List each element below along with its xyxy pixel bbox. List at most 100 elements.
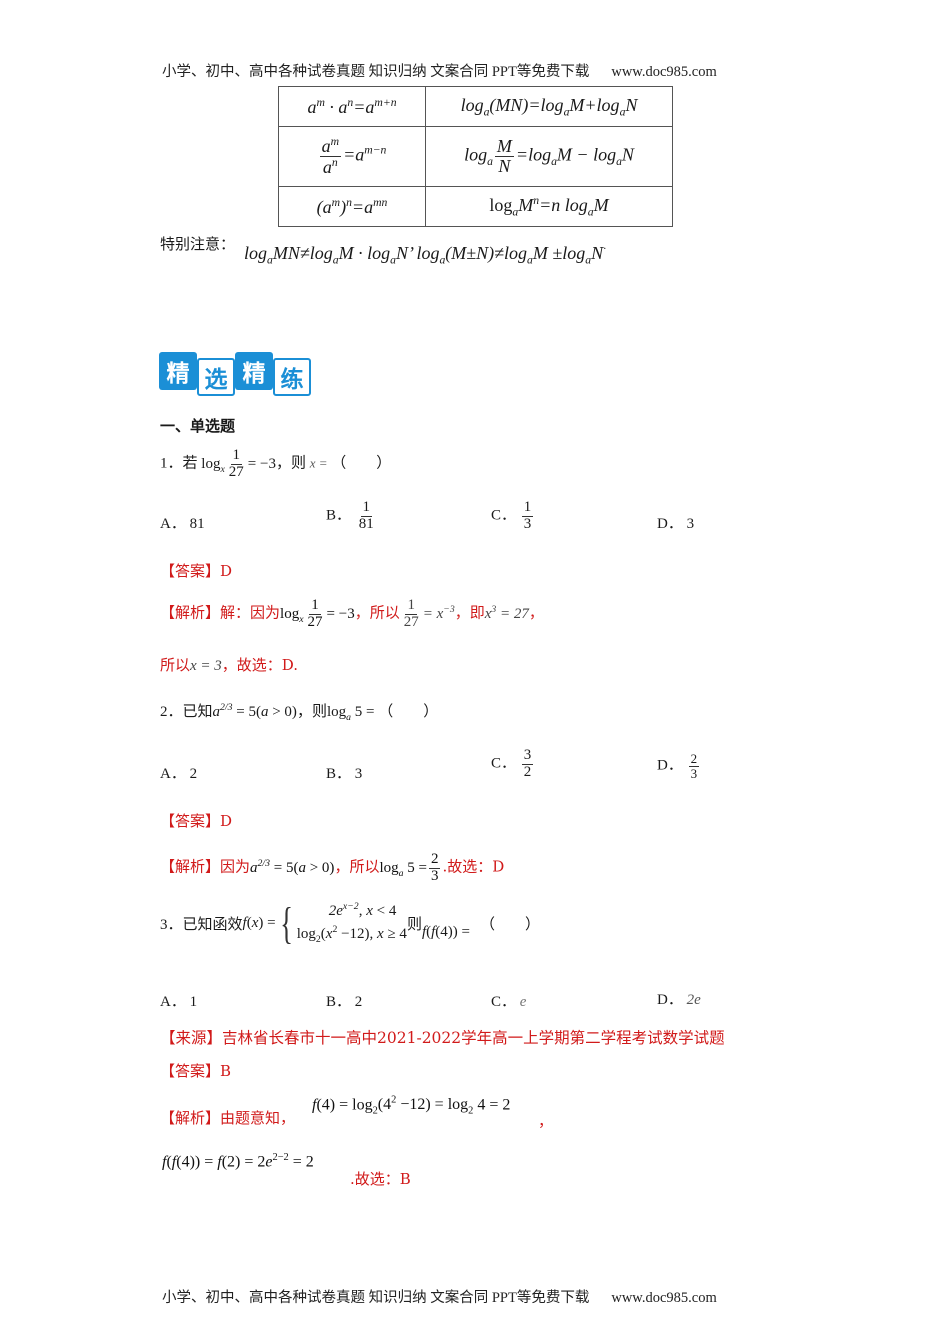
option-value: 1 <box>189 994 198 1010</box>
option-value: 32 <box>521 747 534 780</box>
analysis-formula: a2/3 = 5(a > 0) <box>250 857 335 876</box>
q1-analysis-line2: 所以x = 3，故选：D. <box>160 654 298 675</box>
banner-char: 选 <box>197 358 235 396</box>
q2-equation: a2/3 = 5(a > 0) <box>212 702 297 720</box>
q1-target: x = <box>309 455 328 471</box>
option-d[interactable]: D． 23 <box>657 752 701 780</box>
question-2-stem: 2．已知a2/3 = 5(a > 0)，则loga 5 = （ ） <box>160 700 438 723</box>
analysis-formula: 1 27 = x−3 <box>403 597 455 630</box>
header-text: 小学、初中、高中各种试卷真题 知识归纳 文案合同 PPT等免费下载 <box>162 64 590 80</box>
option-label: D． <box>657 516 683 532</box>
question-number: 3． <box>160 917 183 934</box>
banner-char: 练 <box>273 358 311 396</box>
formula-row: am · an=am+n loga(MN)=logaM+logaN <box>278 86 673 127</box>
option-value: 23 <box>688 751 700 781</box>
option-a[interactable]: A． 1 <box>160 990 197 1011</box>
special-note-label: 特别注意： <box>160 235 236 253</box>
analysis-text: ，所以 <box>334 857 380 876</box>
stem-suffix: ，则 <box>296 704 327 720</box>
formula-table: am · an=am+n loga(MN)=logaM+logaN am an =a… <box>278 86 673 227</box>
q1-equation: logx 1 27 = −3 <box>201 447 276 480</box>
answer-value: D <box>220 812 233 830</box>
analysis-text: 由题意知， <box>220 1109 296 1127</box>
question-number: 1． <box>160 455 183 472</box>
option-a[interactable]: A． 81 <box>160 512 205 533</box>
log-rule-quotient: loga M N =logaM − logaN <box>425 126 673 187</box>
option-label: A． <box>160 516 186 532</box>
answer-value: D <box>220 562 233 580</box>
formula-row: am an =am−n loga M N =logaM − logaN <box>278 126 673 187</box>
answer-label: 【答案】 <box>160 562 221 580</box>
answer-blank: （ ） <box>331 455 392 472</box>
section-title: 一、单选题 <box>160 417 236 435</box>
practice-banner: 精 选 精 练 <box>159 352 311 396</box>
option-c[interactable]: C． 13 <box>491 499 535 533</box>
power-rule-product: am · an=am+n <box>278 86 426 127</box>
power-rule-quotient: am an =am−n <box>278 126 426 187</box>
option-label: A． <box>160 994 186 1010</box>
footer-text: 小学、初中、高中各种试卷真题 知识归纳 文案合同 PPT等免费下载 <box>162 1290 590 1306</box>
option-value: 2e <box>686 992 701 1008</box>
q3-analysis: 【解析】由题意知， <box>160 1107 295 1128</box>
stem-prefix: 若 <box>182 455 198 472</box>
footer-url: www.doc985.com <box>611 1290 717 1306</box>
option-value: 3 <box>354 766 363 782</box>
analysis-text: 解：因为 <box>220 603 281 622</box>
banner-char: 精 <box>159 352 197 390</box>
analysis-formula: x = 3 <box>190 658 222 674</box>
analysis-text: 所以 <box>160 656 191 674</box>
analysis-label: 【解析】 <box>160 1109 221 1127</box>
analysis-text: ，即 <box>454 603 485 622</box>
answer-blank: （ ） <box>480 917 541 934</box>
option-d[interactable]: D． 2e <box>657 988 701 1009</box>
option-label: A． <box>160 766 186 782</box>
option-d[interactable]: D． 3 <box>657 512 694 533</box>
option-value: e <box>519 994 527 1010</box>
page-footer: 小学、初中、高中各种试卷真题 知识归纳 文案合同 PPT等免费下载 www.doc… <box>162 1286 717 1307</box>
option-label: C． <box>491 755 517 772</box>
special-note-formula: logaMN≠logaM · logaN’ loga(M±N)≠logaM ±l… <box>244 242 607 267</box>
option-value: 2 <box>189 766 198 782</box>
option-c[interactable]: C． 32 <box>491 747 535 781</box>
option-value: 1 81 <box>358 499 374 532</box>
log-rule-power: logaMn=n logaM <box>425 186 673 227</box>
answer-label: 【答案】 <box>160 1062 221 1080</box>
q1-answer: 【答案】D <box>160 560 232 581</box>
q3-analysis-conclusion: .故选：B <box>350 1170 411 1188</box>
stem-suffix: 则 <box>406 917 422 934</box>
analysis-text: 因为 <box>220 857 251 876</box>
source-value: 吉林省长春市十一高中2021-2022学年高一上学期第二学程考试数学试题 <box>222 1029 725 1047</box>
analysis-text: ，故选：D. <box>221 656 299 674</box>
option-label: B． <box>326 507 352 524</box>
option-value: 81 <box>189 516 205 532</box>
question-3-stem: 3． 已知函效 f(x) = { 2ex−2, x < 4 log2(x2 −12… <box>160 900 540 947</box>
option-b[interactable]: B． 2 <box>326 990 362 1011</box>
option-label: B． <box>326 994 352 1010</box>
source-label: 【来源】 <box>160 1029 223 1047</box>
option-b[interactable]: B． 1 81 <box>326 499 378 533</box>
q2-answer: 【答案】D <box>160 810 232 831</box>
q2-target: loga 5 = <box>326 704 375 723</box>
option-label: B． <box>326 766 352 782</box>
q3-analysis-formula-2: f(f(4)) = f(2) = 2e2−2 = 2 <box>162 1152 314 1171</box>
formula-row: (am)n=amn logaMn=n logaM <box>278 186 673 227</box>
option-label: D． <box>657 757 683 774</box>
option-a[interactable]: A． 2 <box>160 762 197 783</box>
option-b[interactable]: B． 3 <box>326 762 362 783</box>
analysis-text: ，所以 <box>354 603 400 622</box>
question-number: 2． <box>160 704 183 720</box>
analysis-text: ， <box>528 603 544 622</box>
option-c[interactable]: C． e <box>491 990 526 1011</box>
stem-prefix: 已知 <box>182 704 213 720</box>
analysis-formula: x3 = 27 <box>484 603 529 622</box>
option-value: 3 <box>686 516 695 532</box>
q1-analysis: 【解析】解：因为logx 1 27 = −3，所以 1 27 = x−3，即x3 = 27， <box>160 597 544 631</box>
q2-analysis: 【解析】因为a2/3 = 5(a > 0)，所以loga 5 = 2 3 .故选：D <box>160 851 504 885</box>
question-1-stem: 1．若 logx 1 27 = −3，则 x = （ ） <box>160 447 392 481</box>
option-value: 2 <box>354 994 363 1010</box>
power-rule-power: (am)n=amn <box>278 186 426 227</box>
analysis-label: 【解析】 <box>160 603 221 622</box>
answer-value: B <box>220 1062 232 1080</box>
q3-analysis-comma: ， <box>538 1112 554 1130</box>
q3-function-name: f(x) = <box>242 915 276 932</box>
